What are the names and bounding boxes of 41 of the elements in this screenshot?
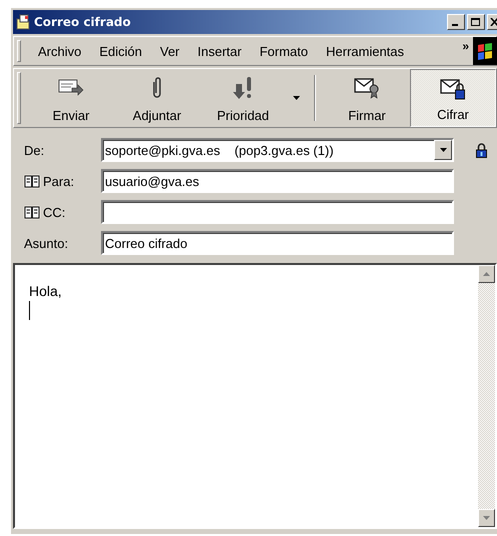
envelope-arrow-icon	[58, 78, 84, 98]
window-title: Correo cifrado	[34, 15, 132, 29]
menu-item[interactable]: Ver	[151, 44, 189, 58]
address-book-icon[interactable]	[24, 174, 40, 188]
minimize-button[interactable]	[447, 14, 465, 30]
dropdown-arrow-icon[interactable]	[440, 148, 446, 152]
envelope-ribbon-icon	[354, 77, 380, 99]
text-cursor	[29, 301, 30, 320]
more-menus-chevron[interactable]: »	[462, 39, 469, 53]
priority-button[interactable]: Prioridad	[200, 69, 286, 127]
attach-button[interactable]: Adjuntar	[114, 69, 200, 127]
field-label: De:	[24, 142, 44, 158]
menu-item[interactable]: Herramientas	[317, 44, 414, 58]
windows-flag-icon	[473, 37, 497, 65]
caret-icon[interactable]	[292, 96, 300, 100]
menu-item[interactable]: Archivo	[29, 44, 90, 58]
padlock-icon	[476, 142, 487, 158]
subject-field[interactable]: Correo cifrado	[101, 231, 454, 255]
send-button[interactable]: Enviar	[28, 69, 114, 127]
envelope-lock-icon	[440, 78, 466, 100]
maximize-icon	[471, 18, 481, 26]
address-book-icon[interactable]	[24, 206, 40, 218]
sender-dropdown[interactable]: soporte@pki.gva.es (pop3.gva.es (1))	[101, 138, 454, 162]
close-button[interactable]	[487, 14, 497, 30]
maximize-button[interactable]	[467, 14, 485, 30]
scroll-up-icon[interactable]	[483, 272, 490, 276]
field-label: CC:	[43, 204, 66, 220]
document-icon	[15, 14, 31, 30]
close-icon	[490, 18, 497, 26]
menu-item[interactable]: Insertar	[188, 44, 251, 58]
scroll-down-icon[interactable]	[483, 516, 490, 520]
scrollbar[interactable]	[478, 265, 495, 527]
message-text: Hola,	[29, 283, 63, 299]
menu-item[interactable]: Formato	[250, 44, 317, 58]
field-label: Para:	[43, 174, 74, 188]
encrypt-button[interactable]: Cifrar	[410, 69, 496, 127]
menu-item[interactable]: Edición	[90, 44, 151, 58]
field-label: Asunto:	[24, 236, 68, 250]
address-field[interactable]: usuario@gva.es	[101, 169, 454, 193]
sign-button[interactable]: Firmar	[324, 69, 410, 127]
address-field[interactable]	[101, 200, 454, 224]
